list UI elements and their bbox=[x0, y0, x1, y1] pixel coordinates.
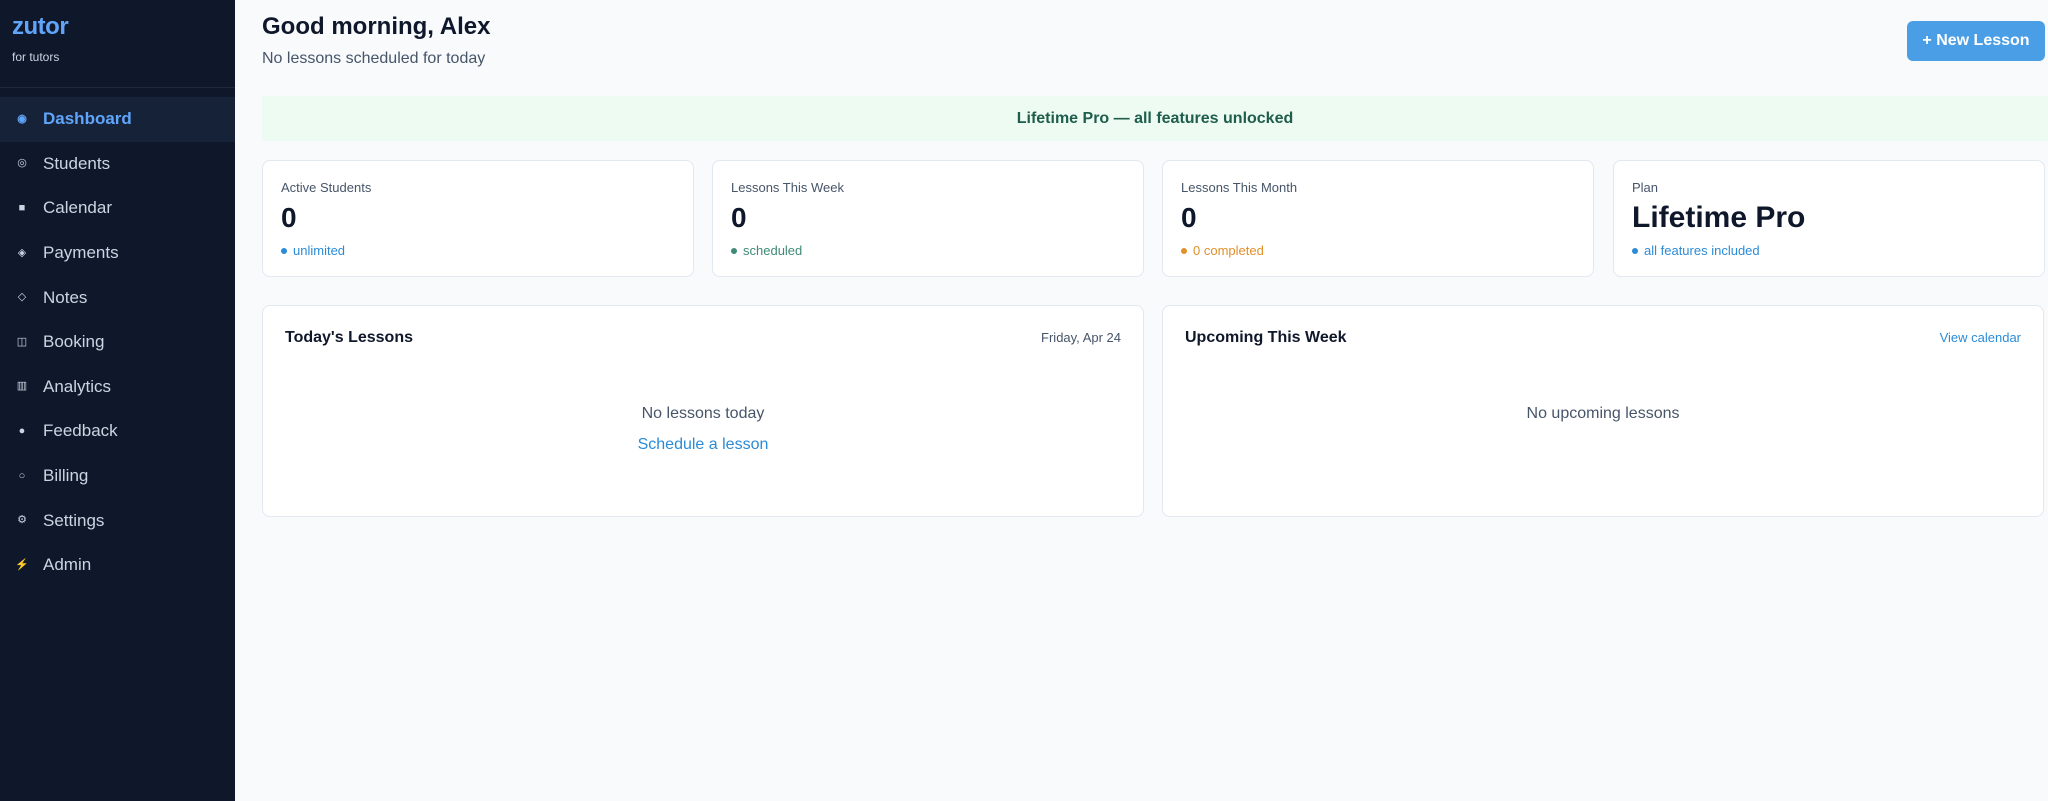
stat-value: Lifetime Pro bbox=[1632, 201, 1806, 234]
brand-logo[interactable]: zutor bbox=[12, 14, 235, 40]
stat-note: 0 completed bbox=[1181, 243, 1575, 258]
stat-note-text: all features included bbox=[1644, 243, 1760, 258]
sidebar-item-label: Payments bbox=[43, 243, 119, 263]
sidebar-item-label: Analytics bbox=[43, 376, 112, 396]
sidebar-item-label: Calendar bbox=[43, 198, 112, 218]
todays-lessons-panel: Today's Lessons Friday, Apr 24 No lesson… bbox=[262, 305, 1144, 517]
status-dot-icon bbox=[731, 247, 737, 254]
dashboard-icon: ◉ bbox=[17, 112, 27, 125]
status-dot-icon bbox=[281, 247, 287, 254]
stat-note-text: 0 completed bbox=[1193, 243, 1264, 258]
sidebar-item-dashboard[interactable]: ◉ Dashboard bbox=[0, 97, 235, 142]
sidebar-item-label: Booking bbox=[43, 332, 105, 352]
sidebar-item-notes[interactable]: ◇ Notes bbox=[0, 275, 235, 320]
payments-icon: ◈ bbox=[17, 246, 27, 259]
stat-label: Lessons This Month bbox=[1181, 180, 1298, 195]
calendar-icon: ■ bbox=[18, 201, 26, 214]
empty-state-text: No lessons today bbox=[641, 405, 765, 422]
stat-value: 0 bbox=[1181, 202, 1197, 233]
admin-icon: ⚡ bbox=[15, 558, 29, 571]
view-calendar-link[interactable]: View calendar bbox=[1940, 330, 2021, 345]
empty-state-text: No upcoming lessons bbox=[1526, 405, 1680, 422]
sidebar-item-label: Admin bbox=[43, 555, 92, 575]
stat-note: all features included bbox=[1632, 243, 2026, 258]
status-dot-icon bbox=[1181, 247, 1187, 254]
plan-banner: Lifetime Pro — all features unlocked bbox=[262, 96, 2048, 141]
stat-note: unlimited bbox=[281, 243, 675, 258]
sidebar-item-label: Notes bbox=[43, 287, 88, 307]
page-subtitle: No lessons scheduled for today bbox=[262, 50, 486, 67]
panel-title: Upcoming This Week bbox=[1185, 329, 1347, 346]
brand-tagline: for tutors bbox=[12, 50, 60, 64]
stat-label: Plan bbox=[1632, 180, 1659, 195]
settings-icon: ⚙ bbox=[17, 514, 27, 527]
sidebar-item-feedback[interactable]: ● Feedback bbox=[0, 409, 235, 454]
sidebar-item-admin[interactable]: ⚡ Admin bbox=[0, 543, 235, 588]
sidebar-item-booking[interactable]: ◫ Booking bbox=[0, 320, 235, 365]
new-lesson-button[interactable]: + New Lesson bbox=[1907, 21, 2045, 61]
analytics-icon: ▥ bbox=[16, 380, 28, 393]
students-icon: ◎ bbox=[17, 157, 27, 170]
sidebar-item-label: Billing bbox=[43, 466, 89, 486]
booking-icon: ◫ bbox=[16, 335, 28, 348]
stat-label: Lessons This Week bbox=[731, 180, 844, 195]
stat-note-text: scheduled bbox=[743, 243, 803, 258]
brand: zutor for tutors bbox=[0, 0, 235, 88]
stat-note: scheduled bbox=[731, 243, 1125, 258]
billing-icon: ○ bbox=[18, 469, 26, 482]
sidebar-nav: ◉ Dashboard ◎ Students ■ Calendar ◈ Paym… bbox=[0, 97, 235, 588]
sidebar-item-label: Students bbox=[43, 153, 111, 173]
sidebar-item-billing[interactable]: ○ Billing bbox=[0, 454, 235, 499]
feedback-icon: ● bbox=[18, 424, 26, 437]
stat-note-text: unlimited bbox=[293, 243, 346, 258]
notes-icon: ◇ bbox=[17, 291, 27, 304]
upcoming-week-panel: Upcoming This Week View calendar No upco… bbox=[1162, 305, 2044, 517]
sidebar-item-calendar[interactable]: ■ Calendar bbox=[0, 186, 235, 231]
sidebar: zutor for tutors ◉ Dashboard ◎ Students … bbox=[0, 0, 235, 801]
sidebar-item-label: Dashboard bbox=[43, 109, 132, 129]
stat-value: 0 bbox=[281, 202, 297, 233]
today-date: Friday, Apr 24 bbox=[1041, 330, 1121, 345]
main-content: Good morning, Alex No lessons scheduled … bbox=[235, 0, 2048, 801]
sidebar-item-label: Settings bbox=[43, 510, 105, 530]
panel-title: Today's Lessons bbox=[285, 329, 413, 346]
stat-card-lessons-month: Lessons This Month 0 0 completed bbox=[1162, 160, 1594, 277]
sidebar-item-students[interactable]: ◎ Students bbox=[0, 142, 235, 187]
schedule-lesson-link[interactable]: Schedule a lesson bbox=[263, 436, 1143, 454]
stat-card-active-students: Active Students 0 unlimited bbox=[262, 160, 694, 277]
sidebar-item-payments[interactable]: ◈ Payments bbox=[0, 231, 235, 276]
page-title: Good morning, Alex bbox=[262, 13, 491, 40]
stat-label: Active Students bbox=[281, 180, 372, 195]
stat-value: 0 bbox=[731, 202, 747, 233]
sidebar-item-settings[interactable]: ⚙ Settings bbox=[0, 498, 235, 543]
sidebar-item-analytics[interactable]: ▥ Analytics bbox=[0, 365, 235, 410]
stat-card-lessons-week: Lessons This Week 0 scheduled bbox=[712, 160, 1144, 277]
status-dot-icon bbox=[1632, 247, 1638, 254]
stat-card-plan: Plan Lifetime Pro all features included bbox=[1613, 160, 2045, 277]
sidebar-item-label: Feedback bbox=[43, 421, 118, 441]
